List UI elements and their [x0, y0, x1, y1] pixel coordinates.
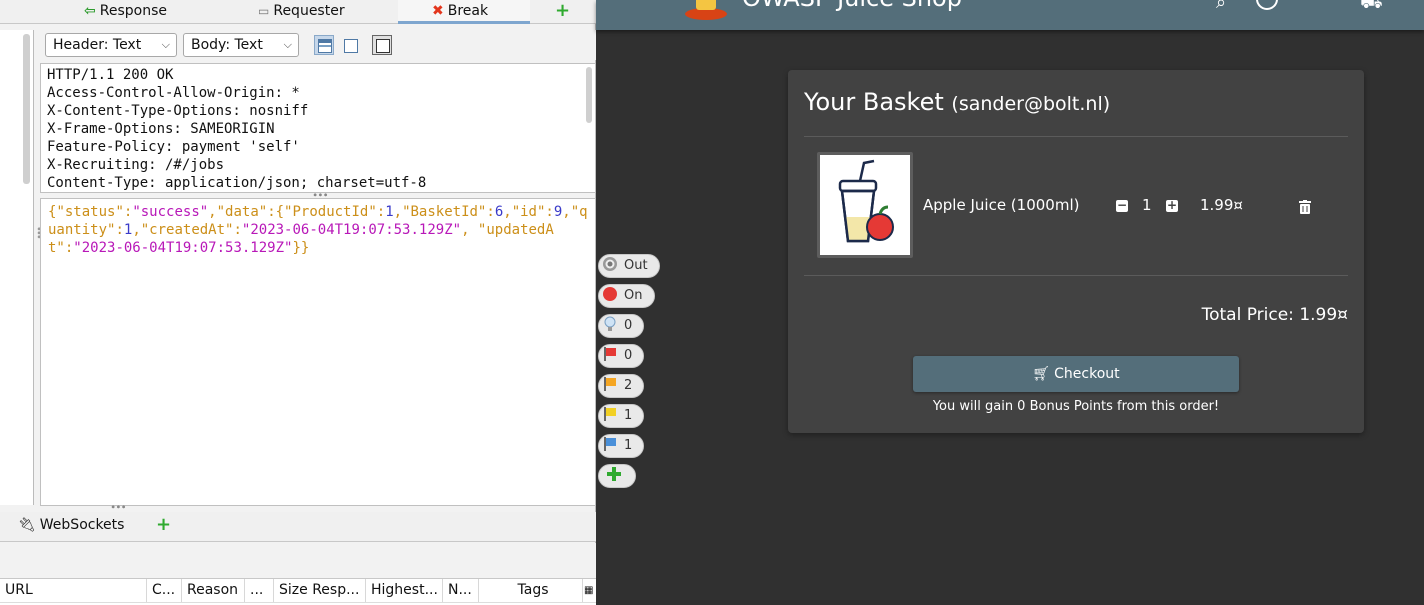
column-chooser-icon[interactable]: ▦ — [583, 579, 596, 603]
column-reason[interactable]: Reason — [182, 579, 245, 603]
response-body-json[interactable]: {"status":"success","data":{"ProductId":… — [41, 199, 595, 257]
history-table-header: URL C... Reason ... Size Resp... Highest… — [0, 578, 596, 603]
app-toolbar: OWASP Juice Shop ⌕ ⛟ — [596, 0, 1424, 30]
tab-requester-label: Requester — [273, 3, 345, 19]
trash-icon[interactable] — [1299, 200, 1311, 214]
side-scrollbar[interactable] — [23, 34, 30, 184]
bonus-points-text: You will gain 0 Bonus Points from this o… — [932, 399, 1220, 414]
juice-cup-icon — [838, 159, 894, 243]
hud-break-label: On — [624, 288, 643, 303]
hud-informational-count: 1 — [624, 438, 633, 453]
message-tabs: ⇦ Response ▭ Requester ✖ Break + — [0, 0, 596, 24]
hud-page-alerts-info[interactable]: 0 — [598, 314, 644, 338]
decrease-quantity-button[interactable]: − — [1116, 199, 1128, 212]
increase-quantity-button[interactable]: + — [1166, 199, 1178, 212]
hud-page-alerts-low[interactable]: 1 — [598, 404, 644, 428]
add-bottom-tab-button[interactable]: + — [156, 514, 171, 535]
column-tags[interactable]: Tags — [479, 579, 583, 603]
header-view-value: Header: Text — [53, 37, 142, 53]
response-headers-text[interactable]: HTTP/1.1 200 OK Access-Control-Allow-Ori… — [41, 64, 595, 192]
fullscreen-view-icon[interactable] — [372, 35, 392, 55]
response-body-pane[interactable]: {"status":"success","data":{"ProductId":… — [40, 198, 596, 506]
column-note[interactable]: N... — [443, 579, 479, 603]
hud-attack-mode[interactable]: Out — [598, 254, 660, 278]
blue-flag-icon — [604, 437, 616, 451]
hud-add-tool-button[interactable] — [598, 464, 636, 488]
column-code[interactable]: C... — [147, 579, 182, 603]
divider — [804, 136, 1348, 137]
product-name: Apple Juice (1000ml) — [923, 196, 1080, 214]
basket-heading: Your Basket — [804, 88, 944, 116]
item-quantity: 1 — [1142, 196, 1152, 214]
tabbed-view-icon[interactable] — [340, 35, 360, 55]
juice-shop-logo[interactable] — [684, 0, 730, 20]
break-x-icon: ✖ — [432, 3, 444, 19]
chevron-down-icon: ⌵ — [161, 38, 170, 51]
tab-websockets[interactable]: 🔌︎ WebSockets — [18, 517, 124, 533]
checkout-label: Checkout — [1054, 366, 1120, 382]
chevron-down-icon: ⌵ — [283, 38, 292, 51]
cart-icon[interactable]: ⛟ — [1360, 0, 1383, 16]
hud-page-alerts-medium[interactable]: 2 — [598, 374, 644, 398]
total-price: Total Price: 1.99¤ — [1201, 305, 1348, 325]
hud-break[interactable]: On — [598, 284, 655, 308]
tab-break-label: Break — [447, 3, 489, 19]
body-view-select[interactable]: Body: Text ⌵ — [183, 33, 299, 57]
hud-page-alerts-informational[interactable]: 1 — [598, 434, 644, 458]
zap-panel: ⇦ Response ▭ Requester ✖ Break + Header: Te… — [0, 0, 596, 605]
hud-low-count: 1 — [624, 408, 633, 423]
tab-response-label: Response — [99, 3, 167, 19]
hud-info-count: 0 — [624, 318, 633, 333]
orange-flag-icon — [604, 377, 616, 391]
basket-card: Your Basket (sander@bolt.nl) Apple Juice… — [788, 70, 1364, 433]
red-flag-icon — [604, 347, 616, 361]
add-tab-button[interactable]: + — [555, 0, 570, 24]
split-view-icon[interactable] — [314, 35, 334, 55]
body-view-value: Body: Text — [191, 37, 263, 53]
yellow-flag-icon — [604, 407, 616, 421]
side-panel-stub — [0, 30, 34, 505]
tab-break[interactable]: ✖ Break — [398, 0, 530, 24]
column-size-response[interactable]: Size Resp... — [274, 579, 366, 603]
juice-shop-page: OWASP Juice Shop ⌕ ⛟ Your Basket (sander… — [596, 0, 1424, 605]
lightbulb-icon — [604, 316, 616, 331]
column-rtt[interactable]: ... — [245, 579, 274, 603]
basket-title: Your Basket (sander@bolt.nl) — [804, 88, 1110, 116]
arrow-left-icon: ⇦ — [84, 3, 96, 19]
hud-high-count: 0 — [624, 348, 633, 363]
checkout-button[interactable]: 🛒︎ Checkout — [913, 356, 1239, 392]
bottom-toolbar-area — [0, 543, 596, 578]
response-header-pane[interactable]: HTTP/1.1 200 OK Access-Control-Allow-Ori… — [40, 63, 596, 193]
requester-icon: ▭ — [258, 4, 270, 18]
header-scrollbar[interactable] — [586, 67, 592, 123]
column-url[interactable]: URL — [0, 579, 147, 603]
basket-user-email: (sander@bolt.nl) — [951, 93, 1111, 115]
bottom-splitter-handle[interactable]: ∙∙∙ — [110, 503, 127, 513]
app-title[interactable]: OWASP Juice Shop — [742, 0, 962, 12]
item-price: 1.99¤ — [1200, 196, 1243, 214]
column-highest-alert[interactable]: Highest... — [366, 579, 443, 603]
hud-medium-count: 2 — [624, 378, 633, 393]
view-toolbar: Header: Text ⌵ Body: Text ⌵ — [40, 30, 596, 60]
plug-icon: 🔌︎ — [18, 517, 36, 533]
hud-attack-mode-label: Out — [624, 258, 648, 273]
break-on-icon — [603, 287, 617, 301]
bottom-tabs: 🔌︎ WebSockets + — [0, 512, 596, 542]
hud-page-alerts-high[interactable]: 0 — [598, 344, 644, 368]
plus-icon — [607, 467, 621, 481]
cart-icon: 🛒︎ — [1032, 366, 1051, 382]
tab-websockets-label: WebSockets — [39, 517, 125, 533]
tab-response[interactable]: ⇦ Response — [84, 0, 167, 24]
search-icon[interactable]: ⌕ — [1216, 0, 1226, 13]
divider — [804, 275, 1348, 276]
product-image — [817, 152, 913, 258]
tab-requester[interactable]: ▭ Requester — [258, 0, 345, 24]
account-icon[interactable] — [1256, 0, 1278, 10]
header-view-select[interactable]: Header: Text ⌵ — [45, 33, 177, 57]
target-icon — [603, 257, 617, 271]
